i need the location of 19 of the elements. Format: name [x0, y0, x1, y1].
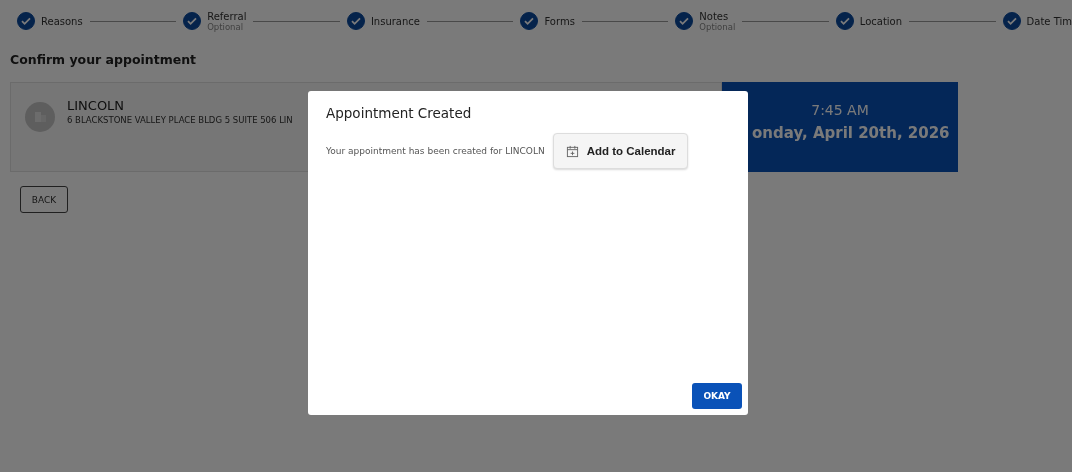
building-icon — [25, 102, 55, 132]
okay-button[interactable]: OKAY — [692, 383, 742, 409]
step-label: Reasons — [41, 15, 83, 27]
slot-date: onday, April 20th, 2026 — [752, 124, 950, 142]
add-to-calendar-button[interactable]: Add to Calendar — [552, 133, 689, 169]
step-label: Referral — [207, 10, 247, 22]
dialog-title: Appointment Created — [326, 105, 473, 121]
step-label: Notes — [699, 10, 730, 22]
step-label: Insurance — [370, 15, 420, 27]
step-label: Date Tim — [1026, 15, 1072, 27]
dialog-message: Your appointment has been created for LINCOLN — [326, 146, 545, 156]
back-button[interactable]: BACK — [20, 186, 68, 213]
slot-time: 7:45 AM — [811, 102, 869, 118]
page-heading: Confirm your appointment — [10, 52, 198, 69]
location-name: LINCOLN — [67, 98, 126, 113]
location-address: 6 BLACKSTONE VALLEY PLACE BLDG 5 SUITE 506 LIN — [67, 115, 293, 125]
calendar-icon — [565, 144, 579, 158]
step-label: Forms — [544, 15, 575, 27]
step-label: Location — [859, 15, 903, 27]
